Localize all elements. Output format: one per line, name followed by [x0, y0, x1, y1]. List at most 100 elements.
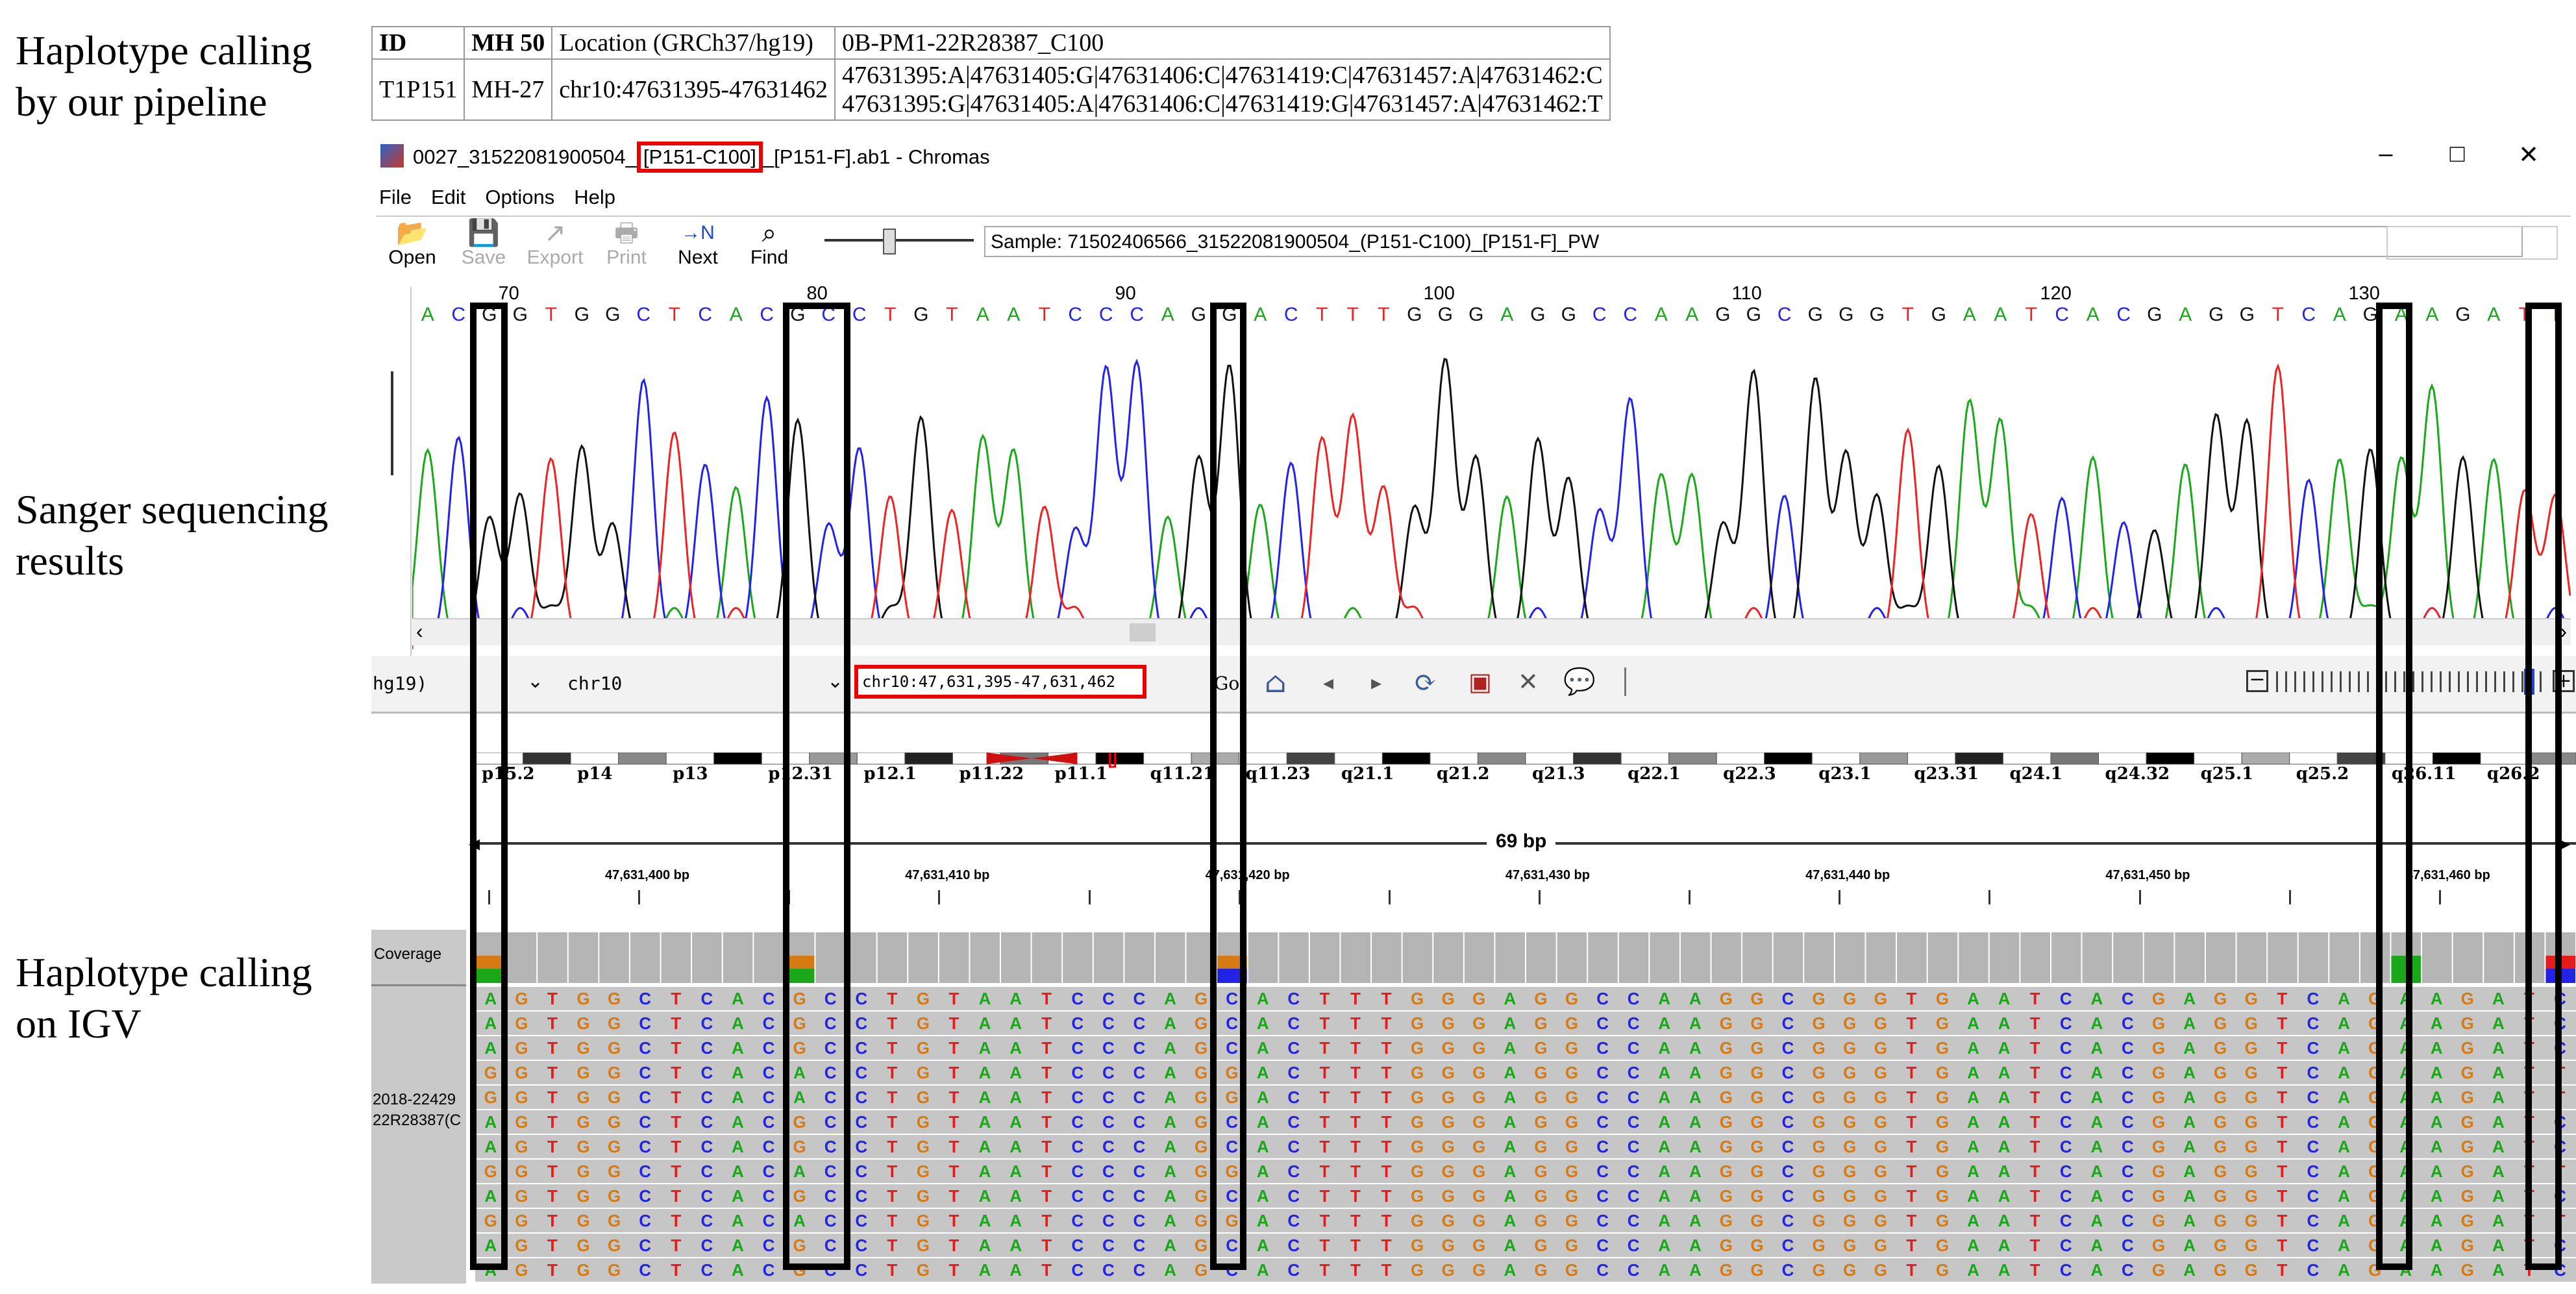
menu-options[interactable]: Options	[485, 186, 554, 208]
read-base: A	[1967, 1063, 1979, 1082]
export-button[interactable]: ↗ Export	[519, 219, 591, 269]
read-base: T	[1906, 1162, 1917, 1181]
read-base: T	[1041, 1112, 1052, 1132]
read-base: G	[2151, 1260, 2166, 1280]
read-base: C	[1596, 1038, 1609, 1058]
read-base: G	[916, 1063, 930, 1082]
read-base: T	[671, 989, 682, 1008]
read-base: T	[1906, 1186, 1917, 1206]
ruler-tick	[2438, 890, 2441, 904]
read-base: T	[671, 1236, 682, 1255]
zoom-out-icon[interactable]: −	[2246, 670, 2268, 692]
find-button[interactable]: ⌕ Find	[734, 219, 805, 269]
chromosome-select[interactable]: chr10	[567, 673, 622, 694]
coverage-bar	[661, 932, 691, 983]
ideogram-band	[1430, 753, 1478, 765]
read-base: G	[1843, 1211, 1857, 1230]
read-base: G	[607, 1260, 621, 1280]
scrollbar-thumb[interactable]	[1130, 623, 1156, 641]
read-base: T	[948, 1211, 960, 1230]
cell-haplotypes: 47631395:A|47631405:G|47631406:C|4763141…	[834, 58, 1611, 121]
highlight-box-snp4	[1210, 303, 1246, 1270]
read-base: T	[887, 1038, 898, 1058]
read-base: G	[2460, 1186, 2474, 1206]
highlight-box-snp1	[470, 303, 508, 1270]
locus-input[interactable]: chr10:47,631,395-47,631,462	[854, 665, 1146, 699]
coverage-bar	[2268, 932, 2297, 983]
horizontal-scrollbar[interactable]: ‹ ›	[412, 618, 2571, 645]
ruler-label: 47,631,410 bp	[905, 868, 990, 882]
read-base: A	[1009, 1014, 1022, 1033]
chromas-title: 0027_31522081900504_ [P151-C100] _[P151-F]…	[413, 142, 990, 173]
track-name-2: 22R28387(C	[373, 1112, 462, 1129]
read-base: T	[1350, 1038, 1361, 1058]
read-base: C	[2059, 1137, 2072, 1156]
read-base: G	[1843, 1088, 1857, 1107]
read-base: G	[1874, 1088, 1887, 1107]
read-base: G	[576, 1038, 590, 1058]
home-icon[interactable]: ⌂	[1265, 666, 1287, 699]
refresh-icon[interactable]: ⟳	[1414, 666, 1437, 698]
menu-help[interactable]: Help	[574, 186, 615, 208]
read-base: A	[978, 1038, 991, 1058]
read-base: A	[1009, 1186, 1022, 1206]
read-base: A	[2090, 1112, 2103, 1132]
band-label: q22.1	[1628, 764, 1681, 784]
coverage-bar	[2298, 932, 2329, 983]
read-base: A	[1504, 1260, 1517, 1280]
zoom-slider[interactable]	[824, 229, 974, 255]
read-base: T	[1350, 1014, 1361, 1033]
read-base: G	[2244, 1014, 2258, 1033]
read-base: A	[1967, 989, 1979, 1008]
region-icon[interactable]: ▣	[1468, 667, 1492, 696]
read-base: A	[2090, 1186, 2103, 1206]
next-button[interactable]: →N Next	[662, 219, 734, 269]
trace-vertical-scale[interactable]	[377, 287, 412, 657]
scroll-left-icon[interactable]: ‹	[416, 619, 423, 643]
read-base: A	[1998, 989, 2011, 1008]
coverage-bar	[2051, 932, 2081, 983]
close-button[interactable]: ✕	[2493, 140, 2564, 169]
read-base: A	[1164, 1112, 1176, 1132]
read-base: A	[2430, 1063, 2443, 1082]
position-label: 70	[498, 283, 519, 304]
read-base: T	[1041, 1088, 1052, 1107]
read-base: C	[700, 1038, 713, 1058]
genome-dropdown-icon[interactable]: ⌄	[527, 670, 543, 693]
igv-window: hg19) ⌄ chr10 ⌄ chr10:47,631,395-47,631,…	[371, 656, 2576, 1289]
minimize-button[interactable]: –	[2350, 140, 2421, 169]
ideogram-area: p15.2 p14 p13 p12.31 p12.1 p11.22 p11.1 q11.21 q…	[371, 714, 2576, 908]
read-base: A	[732, 1236, 744, 1255]
menu-file[interactable]: File	[379, 186, 412, 208]
table-row: T1P151 MH-27 chr10:47631395-47631462 476…	[371, 58, 1611, 121]
back-icon[interactable]: ◂	[1323, 670, 1333, 695]
read-base: G	[1719, 1038, 1733, 1058]
zoom-slider-thumb[interactable]	[883, 229, 896, 255]
menu-edit[interactable]: Edit	[431, 186, 465, 208]
forward-icon[interactable]: ▸	[1371, 670, 1381, 695]
read-base: T	[2277, 989, 2288, 1008]
position-label: 130	[2348, 283, 2380, 304]
read-base: G	[1411, 1038, 1424, 1058]
read-base: C	[2307, 1112, 2320, 1132]
open-button[interactable]: 📂 Open	[377, 219, 448, 269]
resize-icon[interactable]: ✕	[1518, 667, 1539, 696]
read-base: G	[1441, 1014, 1455, 1033]
read-base: T	[1381, 1260, 1392, 1280]
band-label: p13	[673, 764, 708, 784]
read-base: G	[1719, 1014, 1733, 1033]
save-button[interactable]: 💾 Save	[448, 219, 519, 269]
print-button[interactable]: 🖶 Print	[591, 219, 662, 269]
read-base: A	[978, 1186, 991, 1206]
read-base: G	[2214, 1038, 2227, 1058]
read-base: G	[1935, 1137, 1950, 1156]
coverage-bar	[2113, 932, 2143, 983]
genome-select[interactable]: hg19)	[373, 673, 427, 694]
zoom-widget[interactable]	[2276, 671, 2549, 692]
read-base: A	[2492, 1112, 2505, 1132]
popup-icon[interactable]: 💬	[1563, 666, 1596, 697]
read-base: G	[2244, 1162, 2258, 1181]
maximize-button[interactable]: □	[2421, 140, 2493, 169]
read-base: C	[1627, 989, 1640, 1008]
base-call: G	[1807, 304, 1823, 325]
